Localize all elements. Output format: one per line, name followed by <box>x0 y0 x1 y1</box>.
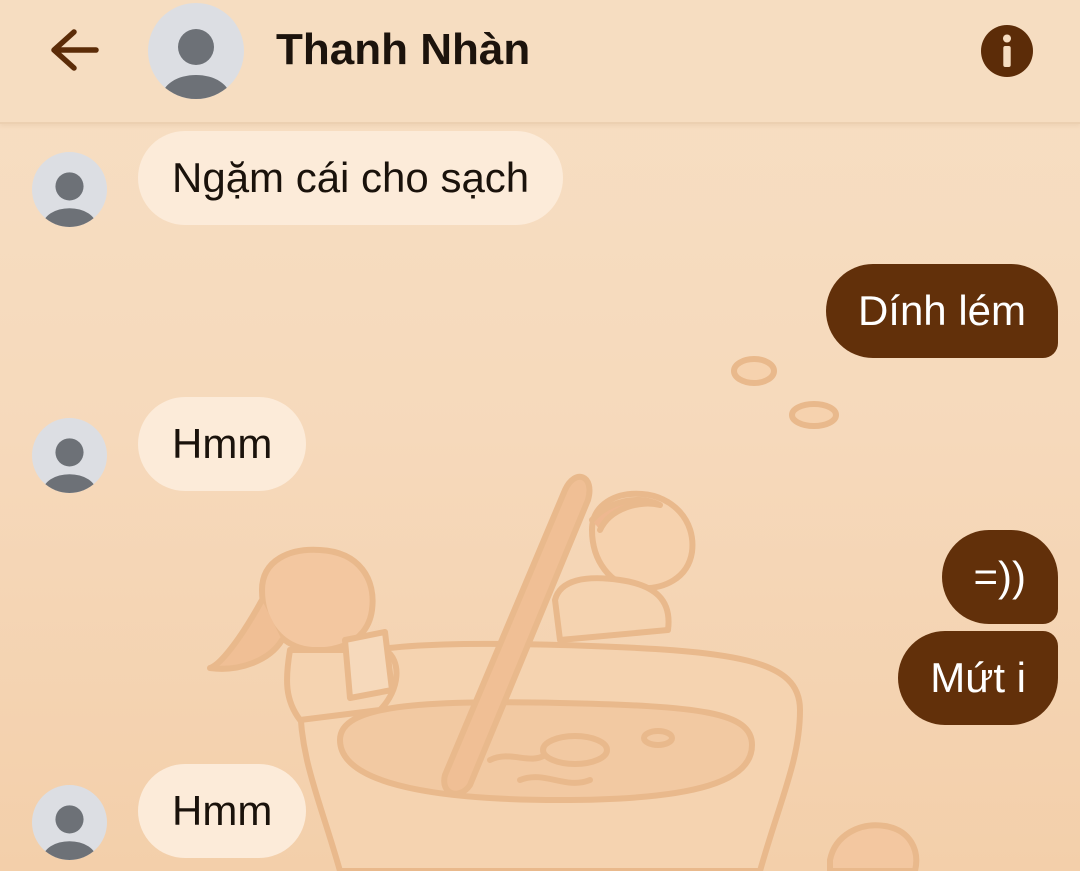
sender-avatar[interactable] <box>32 785 107 860</box>
contact-avatar[interactable] <box>148 3 244 99</box>
message-bubble-outgoing[interactable]: Mứt i <box>898 631 1058 725</box>
info-button[interactable] <box>980 24 1034 78</box>
back-button[interactable] <box>44 22 104 78</box>
message-bubble-outgoing[interactable]: Dính lém <box>825 264 1058 358</box>
contact-name[interactable]: Thanh Nhàn <box>276 22 530 78</box>
sender-avatar[interactable] <box>32 418 107 493</box>
info-icon <box>981 25 1033 77</box>
arrow-left-icon <box>51 29 99 71</box>
sender-avatar[interactable] <box>32 152 107 227</box>
message-bubble-incoming[interactable]: Ngặm cái cho sạch <box>138 131 564 225</box>
chat-header: Thanh Nhàn <box>0 0 1080 124</box>
message-bubble-outgoing[interactable]: =)) <box>941 530 1058 624</box>
message-bubble-incoming[interactable]: Hmm <box>138 764 307 858</box>
message-bubble-incoming[interactable]: Hmm <box>138 397 307 491</box>
person-avatar-icon <box>148 3 244 99</box>
